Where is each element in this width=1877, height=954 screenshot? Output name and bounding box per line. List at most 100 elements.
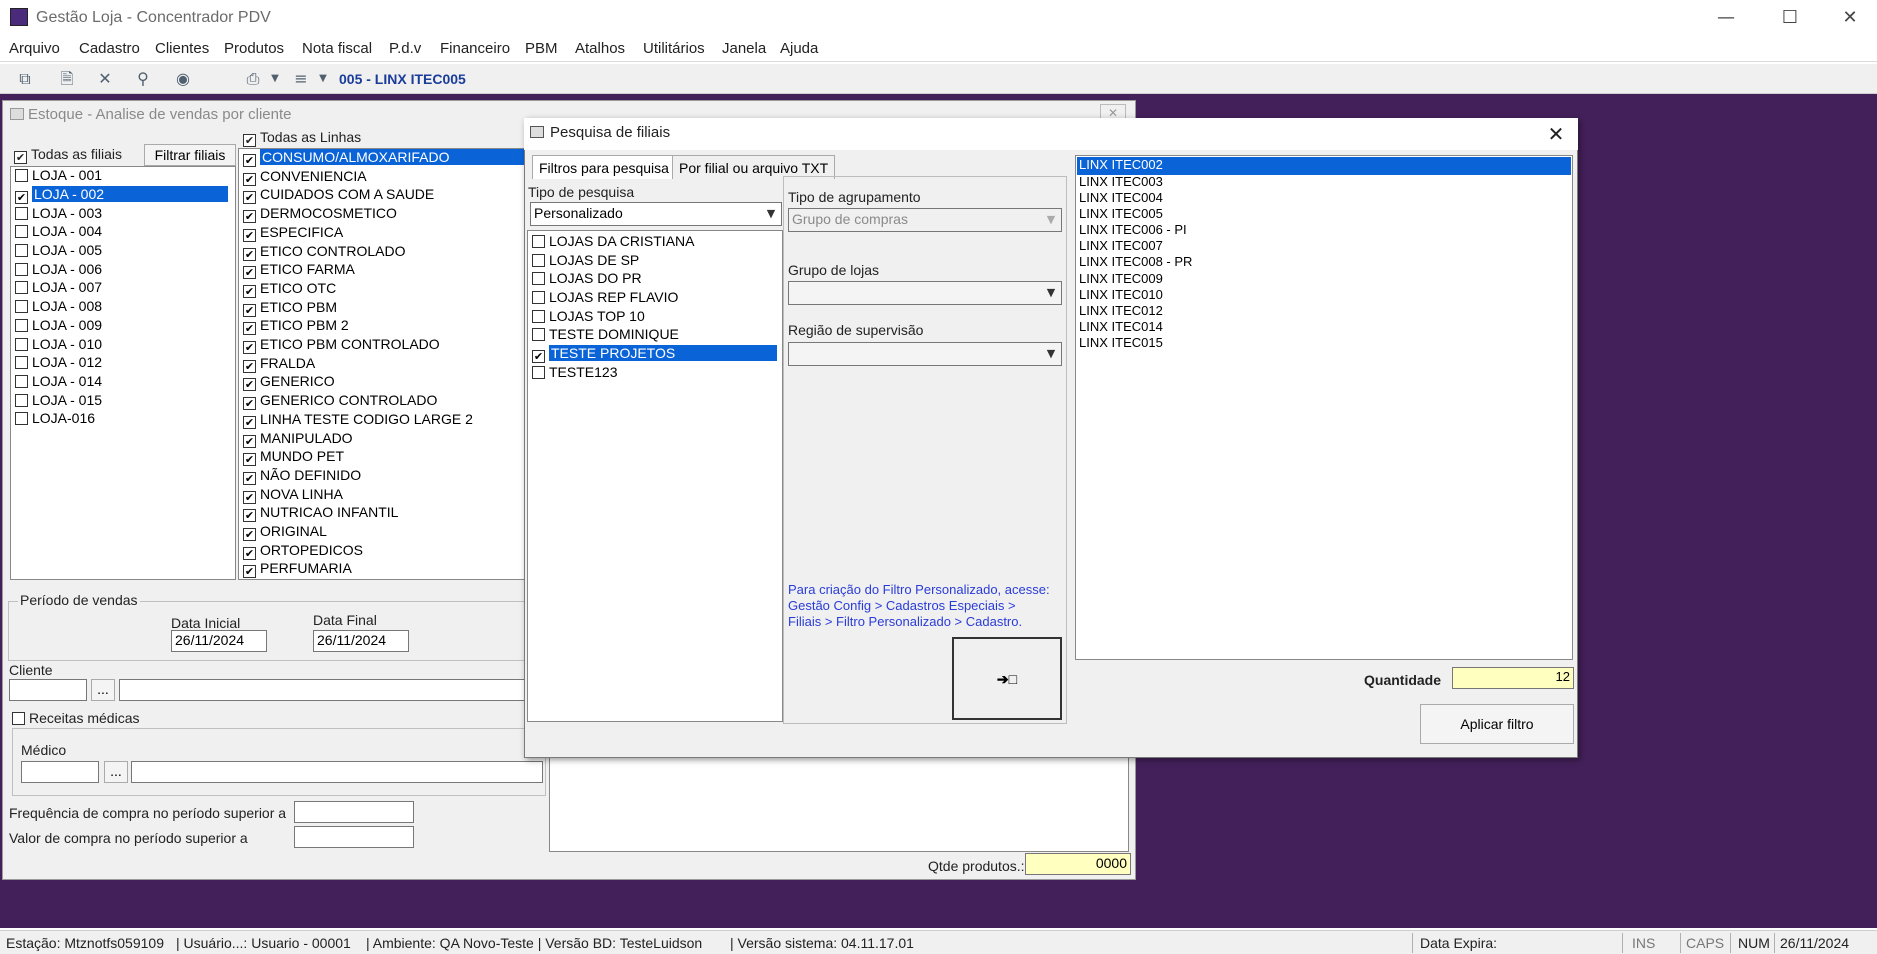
checkbox-icon[interactable] — [15, 338, 28, 351]
store-item[interactable]: LOJA - 001 — [15, 167, 102, 185]
menu-ajuda[interactable]: Ajuda — [780, 40, 818, 57]
menu-arquivo[interactable]: Arquivo — [9, 40, 60, 57]
search-type-select[interactable]: Personalizado ▼ — [530, 202, 782, 226]
line-item[interactable]: ✔ CUIDADOS COM A SAUDE — [243, 186, 434, 204]
checkbox-icon[interactable]: ✔ — [243, 360, 256, 373]
store-item[interactable]: LOJA - 003 — [15, 205, 102, 223]
line-item[interactable]: ✔ GENERICO CONTROLADO — [243, 392, 437, 410]
checkbox-icon[interactable]: ✔ — [243, 134, 256, 147]
checkbox-icon[interactable] — [15, 263, 28, 276]
maximize-icon[interactable]: ☐ — [1770, 4, 1810, 32]
close-icon[interactable]: ✕ — [1830, 4, 1870, 32]
line-item[interactable]: ✔ DERMOCOSMETICO — [243, 205, 397, 223]
checkbox-icon[interactable]: ✔ — [15, 191, 28, 204]
line-item[interactable]: ✔ GENERICO — [243, 373, 335, 391]
frequency-input[interactable] — [294, 801, 414, 823]
line-item[interactable]: ✔ MUNDO PET — [243, 448, 344, 466]
filter-item[interactable]: LOJAS DE SP — [532, 252, 639, 270]
checkbox-icon[interactable]: ✔ — [243, 266, 256, 279]
client-code-input[interactable] — [9, 679, 87, 701]
tab-filters[interactable]: Filtros para pesquisa — [532, 155, 676, 179]
line-item[interactable]: ✔ FRALDA — [243, 355, 315, 373]
checkbox-icon[interactable]: ✔ — [243, 378, 256, 391]
store-item[interactable]: LOJA - 006 — [15, 261, 102, 279]
checkbox-icon[interactable]: ✔ — [243, 528, 256, 541]
checkbox-icon[interactable] — [532, 328, 545, 341]
result-item[interactable]: LINX ITEC008 - PR — [1079, 254, 1192, 272]
delete-icon[interactable]: ✕ — [94, 68, 116, 90]
store-item[interactable]: LOJA - 008 — [15, 298, 102, 316]
apply-grouping-button[interactable]: ➔□ — [952, 637, 1062, 720]
checkbox-icon[interactable]: ✔ — [243, 509, 256, 522]
line-item[interactable]: ✔ ORIGINAL — [243, 523, 327, 541]
store-item[interactable]: LOJA-016 — [15, 410, 95, 428]
checkbox-icon[interactable]: ✔ — [243, 435, 256, 448]
filter-item[interactable]: ✔ TESTE PROJETOS — [532, 345, 777, 363]
result-item[interactable]: LINX ITEC015 — [1079, 335, 1163, 353]
checkbox-icon[interactable] — [15, 394, 28, 407]
store-item[interactable]: LOJA - 009 — [15, 317, 102, 335]
menu-cadastro[interactable]: Cadastro — [79, 40, 140, 57]
checkbox-icon[interactable]: ✔ — [243, 322, 256, 335]
menu-pbm[interactable]: PBM — [525, 40, 558, 57]
line-item[interactable]: ✔ ESPECIFICA — [243, 224, 343, 242]
chevron-down-icon[interactable]: ▼ — [312, 68, 334, 90]
store-item[interactable]: LOJA - 014 — [15, 373, 102, 391]
store-item[interactable]: ✔ LOJA - 002 — [15, 186, 235, 204]
all-stores-checkbox[interactable]: ✔ Todas as filiais — [14, 146, 122, 164]
grouping-select[interactable]: Grupo de compras ▼ — [788, 208, 1062, 232]
checkbox-icon[interactable] — [532, 291, 545, 304]
start-date-input[interactable]: 26/11/2024 — [171, 630, 267, 652]
checkbox-icon[interactable]: ✔ — [243, 285, 256, 298]
filter-item[interactable]: LOJAS DA CRISTIANA — [532, 233, 694, 251]
checkbox-icon[interactable]: ✔ — [243, 304, 256, 317]
menu-clientes[interactable]: Clientes — [155, 40, 209, 57]
dialog-close-icon[interactable]: ✕ — [1540, 120, 1572, 148]
copy-icon[interactable]: ⧉ — [14, 68, 36, 90]
chevron-down-icon[interactable]: ▼ — [264, 68, 286, 90]
filter-item[interactable]: LOJAS DO PR — [532, 270, 642, 288]
checkbox-icon[interactable]: ✔ — [243, 491, 256, 504]
minimize-icon[interactable]: — — [1706, 4, 1746, 32]
line-item[interactable]: ✔ ORTOPEDICOS — [243, 542, 363, 560]
checkbox-icon[interactable]: ✔ — [243, 154, 256, 167]
filter-item[interactable]: LOJAS REP FLAVIO — [532, 289, 678, 307]
checkbox-icon[interactable] — [15, 169, 28, 182]
print-icon[interactable]: ⎙ — [242, 68, 264, 90]
line-item[interactable]: ✔ ETICO PBM CONTROLADO — [243, 336, 440, 354]
chevron-down-icon[interactable]: ▼ — [763, 205, 779, 223]
checkbox-icon[interactable] — [15, 281, 28, 294]
doctor-search-button[interactable]: ... — [104, 761, 128, 783]
checkbox-icon[interactable]: ✔ — [243, 547, 256, 560]
filter-item[interactable]: TESTE123 — [532, 364, 617, 382]
checkbox-icon[interactable]: ✔ — [532, 350, 545, 363]
doctor-code-input[interactable] — [21, 761, 99, 783]
settings-icon[interactable]: ◉ — [172, 68, 194, 90]
checkbox-icon[interactable]: ✔ — [243, 472, 256, 485]
menu-janela[interactable]: Janela — [722, 40, 766, 57]
menu-utilitarios[interactable]: Utilitários — [643, 40, 705, 57]
store-item[interactable]: LOJA - 015 — [15, 392, 102, 410]
purchase-value-input[interactable] — [294, 826, 414, 848]
checkbox-icon[interactable]: ✔ — [243, 565, 256, 578]
client-name-input[interactable] — [119, 679, 528, 701]
filter-stores-button[interactable]: Filtrar filiais — [144, 144, 236, 166]
apply-filter-button[interactable]: Aplicar filtro — [1420, 704, 1574, 744]
checkbox-icon[interactable]: ✔ — [243, 191, 256, 204]
checkbox-icon[interactable] — [15, 225, 28, 238]
menu-pdv[interactable]: P.d.v — [389, 40, 421, 57]
checkbox-icon[interactable] — [15, 412, 28, 425]
line-item[interactable]: ✔ ETICO PBM 2 — [243, 317, 349, 335]
filter-item[interactable]: TESTE DOMINIQUE — [532, 326, 679, 344]
checkbox-icon[interactable] — [15, 300, 28, 313]
checkbox-icon[interactable]: ✔ — [243, 229, 256, 242]
line-item[interactable]: ✔ NÃO DEFINIDO — [243, 467, 361, 485]
checkbox-icon[interactable] — [15, 244, 28, 257]
checkbox-icon[interactable] — [12, 712, 25, 725]
line-item[interactable]: ✔ ETICO CONTROLADO — [243, 243, 405, 261]
store-item[interactable]: LOJA - 007 — [15, 279, 102, 297]
client-search-button[interactable]: ... — [91, 679, 115, 701]
end-date-input[interactable]: 26/11/2024 — [313, 630, 409, 652]
store-item[interactable]: LOJA - 012 — [15, 354, 102, 372]
search-icon[interactable]: ⚲ — [132, 68, 154, 90]
